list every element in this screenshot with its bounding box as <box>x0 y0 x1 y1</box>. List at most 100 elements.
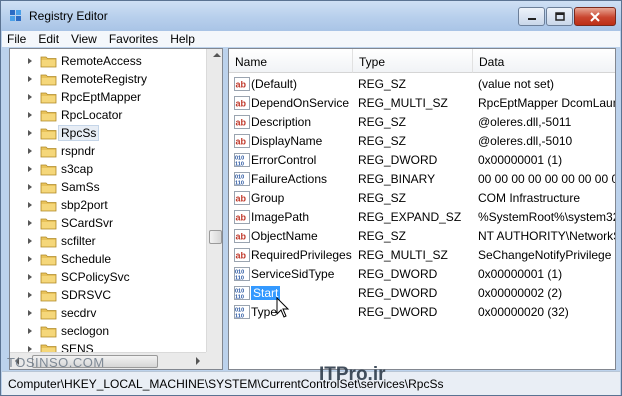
value-row[interactable]: ab DisplayName REG_SZ @oleres.dll,-5010 <box>229 132 615 151</box>
value-data: 0x00000002 (2) <box>478 286 563 300</box>
folder-icon <box>40 326 57 338</box>
tree-item[interactable]: SamSs <box>10 178 206 196</box>
value-name-text: ImagePath <box>251 210 310 224</box>
column-header-type[interactable]: Type <box>353 49 473 73</box>
svg-text:110: 110 <box>235 162 244 168</box>
value-type: REG_DWORD <box>358 305 438 319</box>
value-data: NT AUTHORITY\NetworkS <box>478 229 616 243</box>
tree-item[interactable]: RpcSs <box>10 124 206 142</box>
tree-item[interactable]: RpcEptMapper <box>10 88 206 106</box>
expand-arrow-icon[interactable] <box>28 256 32 262</box>
svg-text:ab: ab <box>236 118 247 128</box>
folder-icon <box>40 218 57 230</box>
value-row[interactable]: ab ObjectName REG_SZ NT AUTHORITY\NetworkS <box>229 227 616 246</box>
menu-favorites[interactable]: Favorites <box>103 31 164 47</box>
expand-arrow-icon[interactable] <box>28 76 32 82</box>
tree-item[interactable]: RemoteRegistry <box>10 70 206 88</box>
binary-value-icon: 010110 <box>234 286 250 300</box>
svg-text:ab: ab <box>236 99 247 109</box>
expand-arrow-icon[interactable] <box>28 310 32 316</box>
registry-editor-icon <box>10 10 21 21</box>
column-header-name[interactable]: Name <box>229 49 353 73</box>
key-tree-pane[interactable]: SENS seclogon secdrv SDRSVC SCPolicySvc Sched… <box>9 48 223 370</box>
scroll-up-icon[interactable] <box>213 53 221 57</box>
menu-help[interactable]: Help <box>164 31 201 47</box>
value-name-text: RequiredPrivileges <box>251 248 352 262</box>
tree-item-label: sbp2port <box>61 198 108 212</box>
value-row[interactable]: ab (Default) REG_SZ (value not set) <box>229 75 615 94</box>
value-type: REG_MULTI_SZ <box>358 96 448 110</box>
string-value-icon: ab <box>234 134 250 148</box>
svg-text:ab: ab <box>236 80 247 90</box>
svg-text:ab: ab <box>236 137 247 147</box>
value-name: (Default) <box>251 77 297 91</box>
binary-value-icon: 010110 <box>234 305 250 319</box>
value-row[interactable]: ab DependOnService REG_MULTI_SZ RpcEptMappe… <box>229 94 616 113</box>
menu-edit[interactable]: Edit <box>32 31 65 47</box>
expand-arrow-icon[interactable] <box>28 292 32 298</box>
tree-item[interactable]: secdrv <box>10 304 206 322</box>
tree-item-label: SCardSvr <box>61 216 114 230</box>
svg-text:110: 110 <box>235 314 244 320</box>
title-bar[interactable]: Registry Editor <box>1 1 621 31</box>
tree-item[interactable]: RemoteAccess <box>10 52 206 70</box>
tree-item[interactable]: SCardSvr <box>10 214 206 232</box>
string-value-icon: ab <box>234 210 250 224</box>
expand-arrow-icon[interactable] <box>28 166 32 172</box>
expand-arrow-icon[interactable] <box>28 94 32 100</box>
value-data: RpcEptMapper DcomLaun <box>478 96 616 110</box>
value-row[interactable]: 010 110 FailureActions REG_BINARY 00 00 00 0… <box>229 170 615 189</box>
expand-arrow-icon[interactable] <box>28 58 32 64</box>
value-row[interactable]: ab ImagePath REG_EXPAND_SZ %SystemRoot%\sys… <box>229 208 616 227</box>
values-list-pane[interactable]: Name Type Data ab (Default) REG_SZ (value n… <box>228 48 616 370</box>
expand-arrow-icon[interactable] <box>28 220 32 226</box>
tree-item[interactable]: SDRSVC <box>10 286 206 304</box>
expand-arrow-icon[interactable] <box>28 184 32 190</box>
expand-arrow-icon[interactable] <box>28 274 32 280</box>
registry-editor-window: Registry Editor File Edit View Favorites… <box>0 0 622 396</box>
binary-value-icon: 010110 <box>234 153 250 167</box>
close-button[interactable] <box>574 7 616 26</box>
expand-arrow-icon[interactable] <box>28 130 32 136</box>
tree-item[interactable]: SCPolicySvc <box>10 268 206 286</box>
menu-view[interactable]: View <box>65 31 103 47</box>
value-data: SeChangeNotifyPrivilege S <box>478 248 616 262</box>
tree-item[interactable]: sbp2port <box>10 196 206 214</box>
minimize-button[interactable] <box>518 7 545 26</box>
expand-arrow-icon[interactable] <box>28 238 32 244</box>
folder-icon <box>40 200 57 212</box>
expand-arrow-icon[interactable] <box>28 112 32 118</box>
svg-text:110: 110 <box>235 276 244 282</box>
scroll-right-icon[interactable] <box>196 357 200 365</box>
tree-vertical-scroll-thumb[interactable] <box>209 230 222 244</box>
tree-vertical-scrollbar[interactable] <box>206 49 222 352</box>
window-title: Registry Editor <box>29 9 108 23</box>
menu-file[interactable]: File <box>2 31 32 47</box>
tree-item[interactable]: rspndr <box>10 142 206 160</box>
tree-item[interactable]: s3cap <box>10 160 206 178</box>
value-name-text: ServiceSidType <box>251 267 335 281</box>
value-row[interactable]: 010 110 ServiceSidType REG_DWORD 0x00000001 … <box>229 265 615 284</box>
scroll-corner <box>206 352 222 369</box>
tree-item[interactable]: scfilter <box>10 232 206 250</box>
expand-arrow-icon[interactable] <box>28 328 32 334</box>
value-row[interactable]: 010 110 ErrorControl REG_DWORD 0x00000001 (1… <box>229 151 615 170</box>
expand-arrow-icon[interactable] <box>28 202 32 208</box>
expand-arrow-icon[interactable] <box>28 148 32 154</box>
value-name: ImagePath <box>251 210 309 224</box>
value-data: %SystemRoot%\system32 <box>478 210 616 224</box>
tree-item-label: secdrv <box>61 306 97 320</box>
string-value-icon: ab <box>234 229 250 243</box>
folder-icon <box>40 182 57 194</box>
value-row[interactable]: ab Group REG_SZ COM Infrastructure <box>229 189 615 208</box>
maximize-button[interactable] <box>546 7 573 26</box>
value-name: Type <box>251 305 277 319</box>
tree-item-label: RpcSs <box>57 125 100 141</box>
value-row[interactable]: ab RequiredPrivileges REG_MULTI_SZ SeChange… <box>229 246 616 265</box>
tree-item-label: RpcLocator <box>61 108 123 122</box>
column-header-data[interactable]: Data <box>473 49 615 73</box>
tree-item[interactable]: Schedule <box>10 250 206 268</box>
tree-item[interactable]: seclogon <box>10 322 206 340</box>
tree-item[interactable]: RpcLocator <box>10 106 206 124</box>
value-row[interactable]: ab Description REG_SZ @oleres.dll,-5011 <box>229 113 615 132</box>
